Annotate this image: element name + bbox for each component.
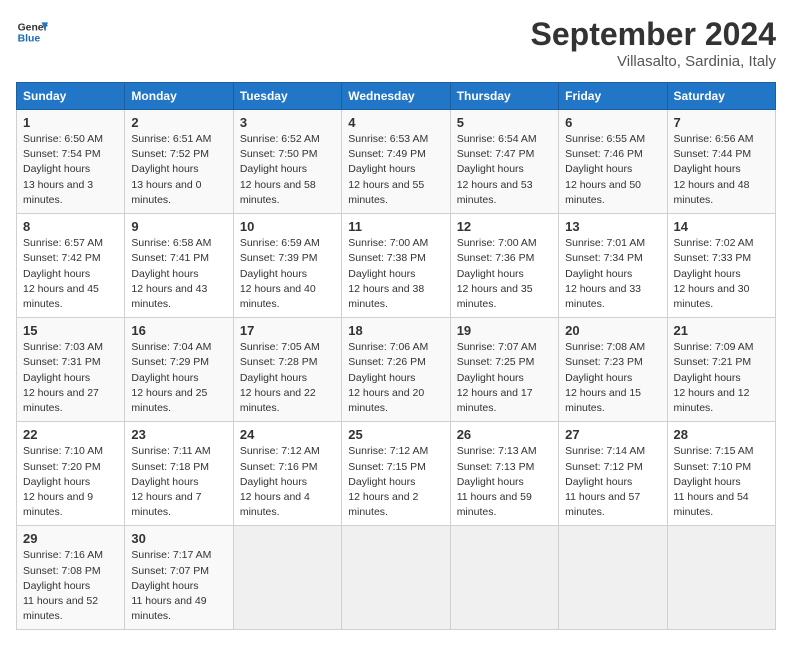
calendar-week-row: 1Sunrise: 6:50 AMSunset: 7:54 PMDaylight… <box>17 110 776 214</box>
calendar-day-16: 16Sunrise: 7:04 AMSunset: 7:29 PMDayligh… <box>125 318 233 422</box>
calendar-day-17: 17Sunrise: 7:05 AMSunset: 7:28 PMDayligh… <box>233 318 341 422</box>
calendar-day-18: 18Sunrise: 7:06 AMSunset: 7:26 PMDayligh… <box>342 318 450 422</box>
calendar-day-21: 21Sunrise: 7:09 AMSunset: 7:21 PMDayligh… <box>667 318 775 422</box>
calendar-day-3: 3Sunrise: 6:52 AMSunset: 7:50 PMDaylight… <box>233 110 341 214</box>
logo: General Blue <box>16 16 48 48</box>
calendar-day-20: 20Sunrise: 7:08 AMSunset: 7:23 PMDayligh… <box>559 318 667 422</box>
title-block: September 2024 Villasalto, Sardinia, Ita… <box>531 16 776 70</box>
calendar-day-empty <box>342 526 450 630</box>
calendar-day-empty <box>667 526 775 630</box>
weekday-header-wednesday: Wednesday <box>342 83 450 110</box>
calendar-week-row: 22Sunrise: 7:10 AMSunset: 7:20 PMDayligh… <box>17 422 776 526</box>
calendar-table: SundayMondayTuesdayWednesdayThursdayFrid… <box>16 82 776 630</box>
calendar-day-27: 27Sunrise: 7:14 AMSunset: 7:12 PMDayligh… <box>559 422 667 526</box>
calendar-day-26: 26Sunrise: 7:13 AMSunset: 7:13 PMDayligh… <box>450 422 558 526</box>
location-subtitle: Villasalto, Sardinia, Italy <box>531 53 776 70</box>
weekday-header-monday: Monday <box>125 83 233 110</box>
calendar-day-9: 9Sunrise: 6:58 AMSunset: 7:41 PMDaylight… <box>125 214 233 318</box>
calendar-day-22: 22Sunrise: 7:10 AMSunset: 7:20 PMDayligh… <box>17 422 125 526</box>
calendar-day-5: 5Sunrise: 6:54 AMSunset: 7:47 PMDaylight… <box>450 110 558 214</box>
calendar-day-2: 2Sunrise: 6:51 AMSunset: 7:52 PMDaylight… <box>125 110 233 214</box>
calendar-day-empty <box>233 526 341 630</box>
calendar-day-11: 11Sunrise: 7:00 AMSunset: 7:38 PMDayligh… <box>342 214 450 318</box>
weekday-header-saturday: Saturday <box>667 83 775 110</box>
calendar-week-row: 8Sunrise: 6:57 AMSunset: 7:42 PMDaylight… <box>17 214 776 318</box>
calendar-day-6: 6Sunrise: 6:55 AMSunset: 7:46 PMDaylight… <box>559 110 667 214</box>
calendar-day-14: 14Sunrise: 7:02 AMSunset: 7:33 PMDayligh… <box>667 214 775 318</box>
weekday-header-thursday: Thursday <box>450 83 558 110</box>
calendar-day-empty <box>559 526 667 630</box>
calendar-day-30: 30Sunrise: 7:17 AMSunset: 7:07 PMDayligh… <box>125 526 233 630</box>
calendar-day-7: 7Sunrise: 6:56 AMSunset: 7:44 PMDaylight… <box>667 110 775 214</box>
weekday-header-tuesday: Tuesday <box>233 83 341 110</box>
calendar-week-row: 29Sunrise: 7:16 AMSunset: 7:08 PMDayligh… <box>17 526 776 630</box>
calendar-day-4: 4Sunrise: 6:53 AMSunset: 7:49 PMDaylight… <box>342 110 450 214</box>
calendar-day-10: 10Sunrise: 6:59 AMSunset: 7:39 PMDayligh… <box>233 214 341 318</box>
weekday-header-sunday: Sunday <box>17 83 125 110</box>
page-header: General Blue September 2024 Villasalto, … <box>16 16 776 70</box>
calendar-day-1: 1Sunrise: 6:50 AMSunset: 7:54 PMDaylight… <box>17 110 125 214</box>
calendar-day-19: 19Sunrise: 7:07 AMSunset: 7:25 PMDayligh… <box>450 318 558 422</box>
calendar-day-8: 8Sunrise: 6:57 AMSunset: 7:42 PMDaylight… <box>17 214 125 318</box>
logo-icon: General Blue <box>16 16 48 48</box>
weekday-header-friday: Friday <box>559 83 667 110</box>
month-title: September 2024 <box>531 16 776 53</box>
svg-text:Blue: Blue <box>18 34 41 45</box>
calendar-week-row: 15Sunrise: 7:03 AMSunset: 7:31 PMDayligh… <box>17 318 776 422</box>
calendar-day-28: 28Sunrise: 7:15 AMSunset: 7:10 PMDayligh… <box>667 422 775 526</box>
calendar-day-23: 23Sunrise: 7:11 AMSunset: 7:18 PMDayligh… <box>125 422 233 526</box>
calendar-day-25: 25Sunrise: 7:12 AMSunset: 7:15 PMDayligh… <box>342 422 450 526</box>
weekday-header-row: SundayMondayTuesdayWednesdayThursdayFrid… <box>17 83 776 110</box>
calendar-day-12: 12Sunrise: 7:00 AMSunset: 7:36 PMDayligh… <box>450 214 558 318</box>
calendar-day-15: 15Sunrise: 7:03 AMSunset: 7:31 PMDayligh… <box>17 318 125 422</box>
calendar-day-24: 24Sunrise: 7:12 AMSunset: 7:16 PMDayligh… <box>233 422 341 526</box>
calendar-day-13: 13Sunrise: 7:01 AMSunset: 7:34 PMDayligh… <box>559 214 667 318</box>
calendar-day-29: 29Sunrise: 7:16 AMSunset: 7:08 PMDayligh… <box>17 526 125 630</box>
calendar-day-empty <box>450 526 558 630</box>
